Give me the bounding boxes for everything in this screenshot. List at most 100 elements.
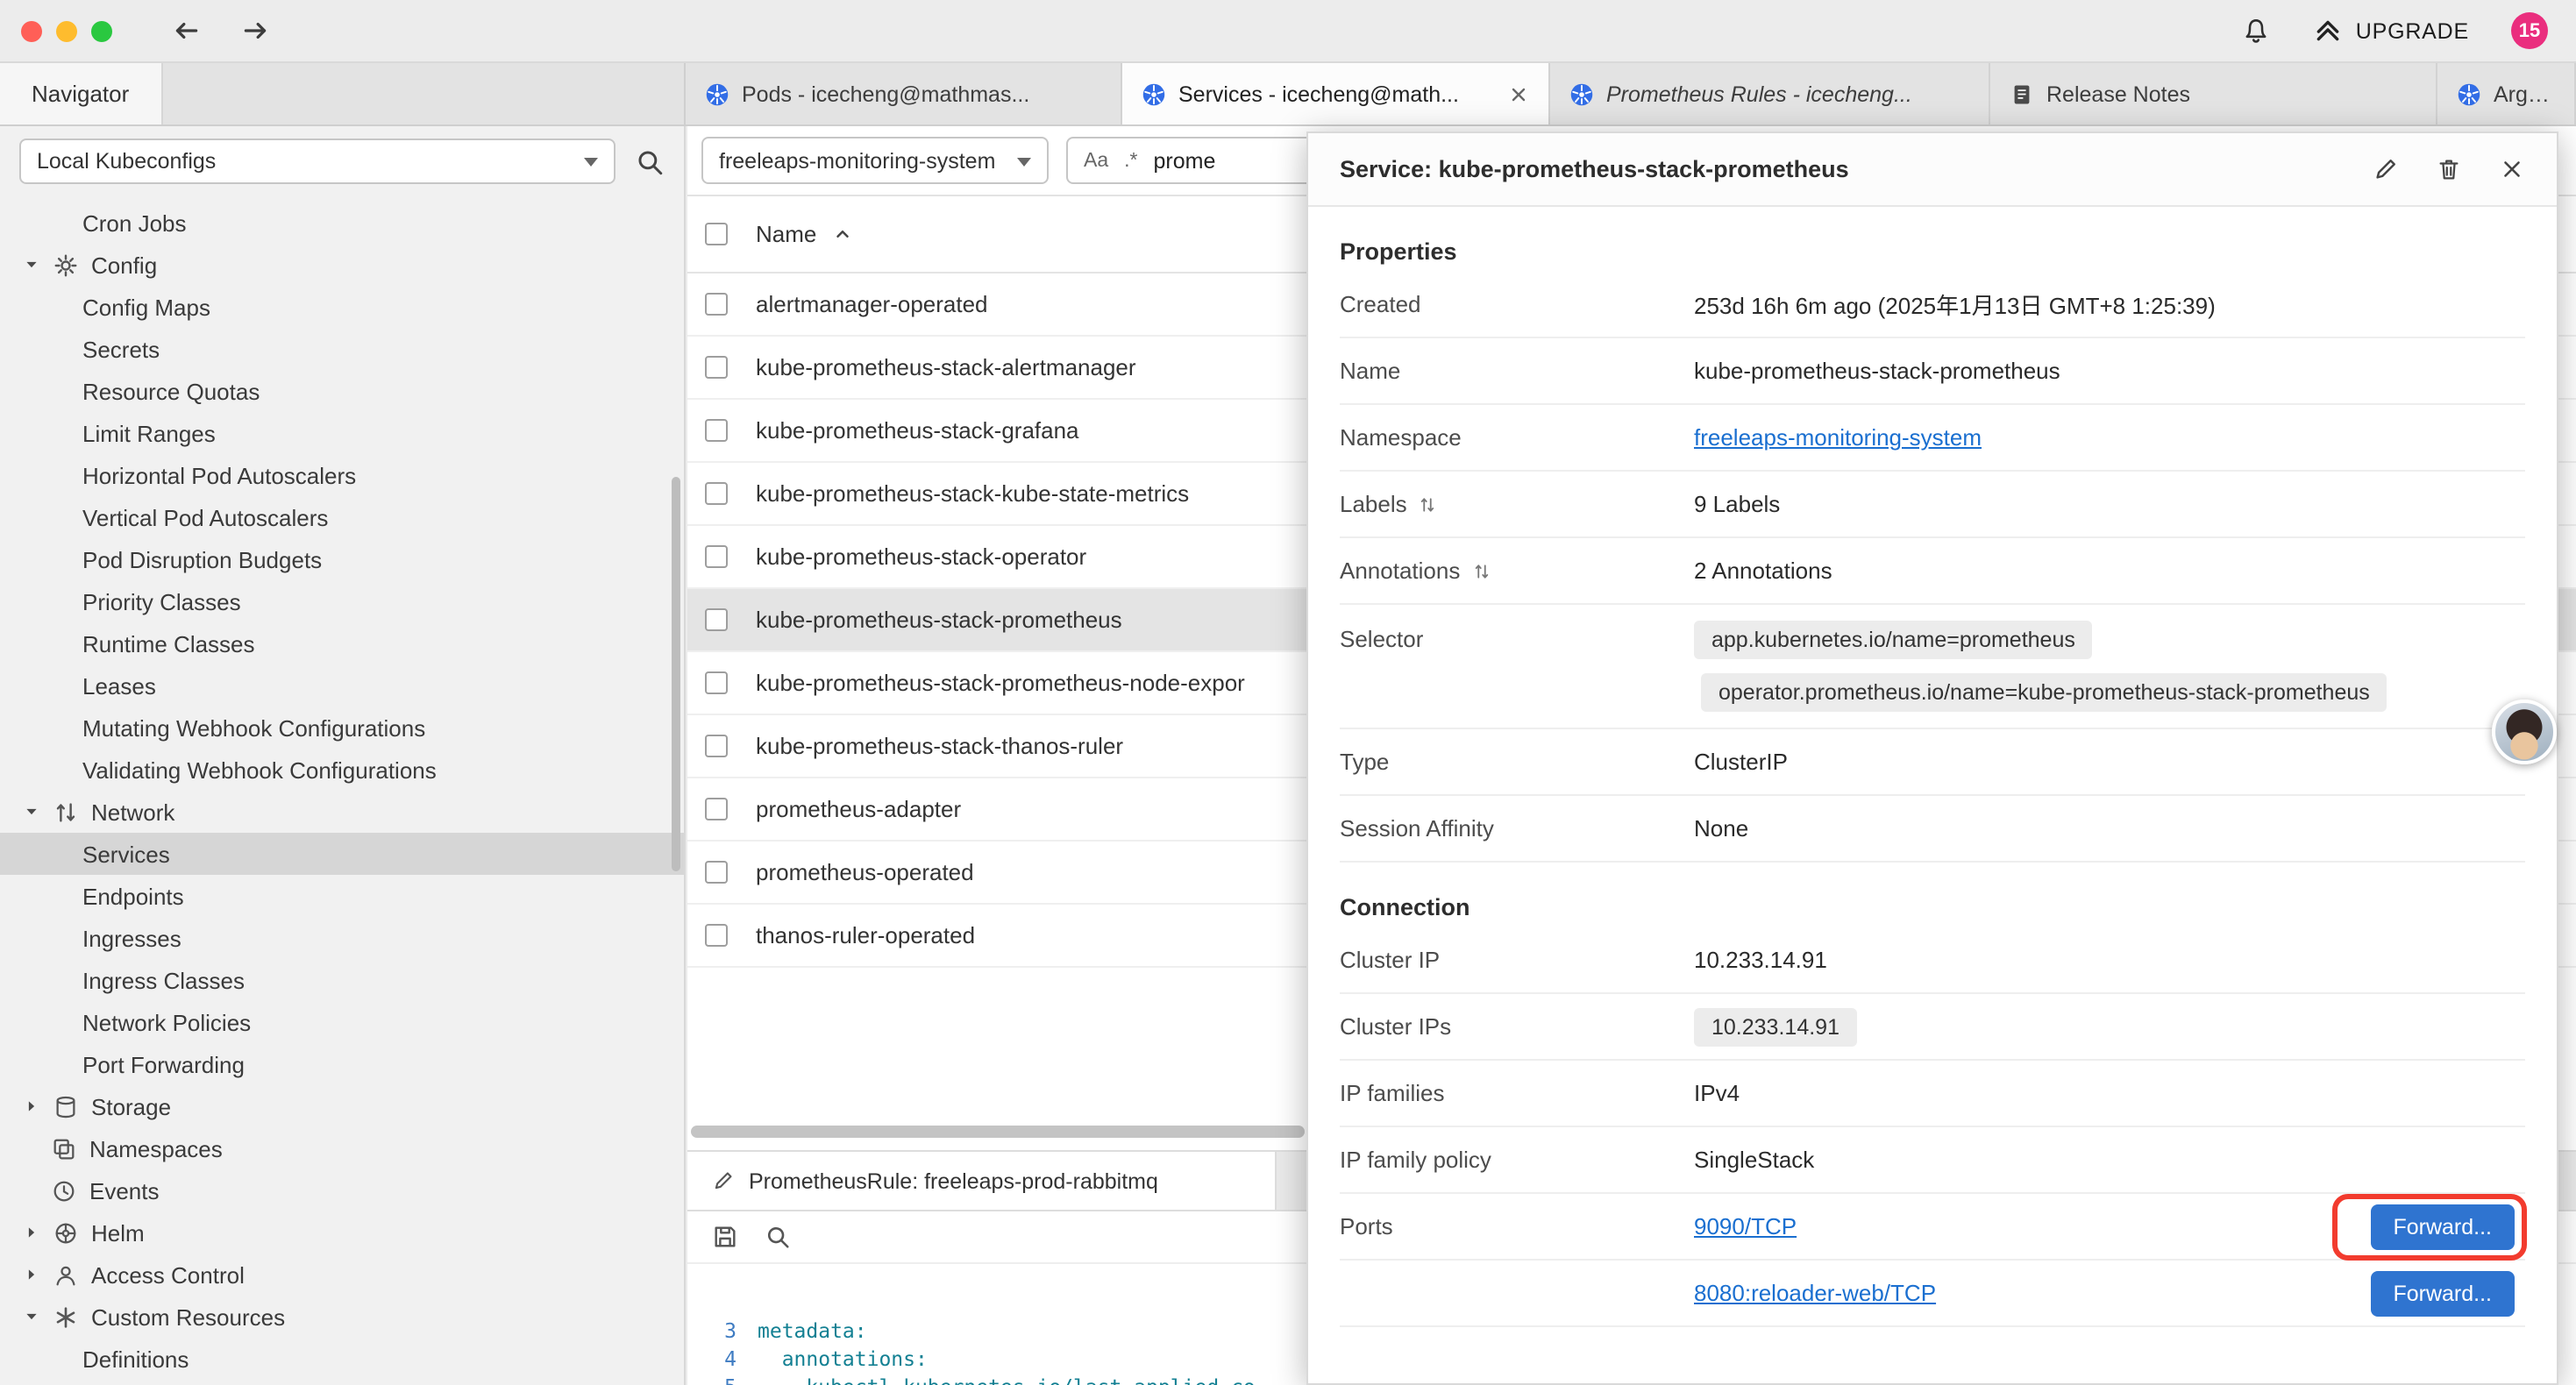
sidebar-item-namespaces[interactable]: Namespaces xyxy=(0,1127,684,1169)
avatar[interactable] xyxy=(2492,700,2557,764)
expand-right-icon[interactable] xyxy=(23,1224,40,1241)
forward-arrow-icon[interactable] xyxy=(240,16,270,46)
save-icon[interactable] xyxy=(712,1224,738,1250)
edit-pencil-icon[interactable] xyxy=(2373,156,2399,182)
detail-label: Type xyxy=(1340,749,1694,775)
row-checkbox[interactable] xyxy=(705,735,728,757)
sidebar-item-services[interactable]: Services xyxy=(0,833,684,875)
sidebar-item-vertical-pod-autoscalers[interactable]: Vertical Pod Autoscalers xyxy=(0,496,684,538)
custom-resource-icon xyxy=(53,1303,79,1330)
row-checkbox[interactable] xyxy=(705,798,728,820)
forward-button[interactable]: Forward... xyxy=(2370,1270,2515,1316)
sidebar-item-custom-resources[interactable]: Custom Resources xyxy=(0,1296,684,1338)
detail-label: Cluster IPs xyxy=(1340,1013,1694,1040)
sidebar-item-limit-ranges[interactable]: Limit Ranges xyxy=(0,412,684,454)
match-case-toggle[interactable]: Aa xyxy=(1084,150,1108,171)
expand-down-icon[interactable] xyxy=(23,256,40,273)
sidebar-item-port-forwarding[interactable]: Port Forwarding xyxy=(0,1043,684,1085)
namespace-link[interactable]: freeleaps-monitoring-system xyxy=(1694,424,1982,451)
expand-right-icon[interactable] xyxy=(23,1097,40,1115)
sidebar-item-config[interactable]: Config xyxy=(0,244,684,286)
trash-icon[interactable] xyxy=(2436,156,2462,182)
horizontal-scrollbar[interactable] xyxy=(691,1126,1305,1138)
upgrade-button[interactable]: UPGRADE xyxy=(2314,16,2469,46)
sidebar-item-definitions[interactable]: Definitions xyxy=(0,1338,684,1380)
sort-ascending-icon xyxy=(832,224,851,244)
sidebar-item-ingresses[interactable]: Ingresses xyxy=(0,917,684,959)
sidebar-item-label: Limit Ranges xyxy=(82,420,216,446)
expand-down-icon[interactable] xyxy=(23,803,40,820)
sidebar-item-priority-classes[interactable]: Priority Classes xyxy=(0,580,684,622)
detail-row-port-0: Ports9090/TCPForward... xyxy=(1340,1194,2525,1261)
sidebar-item-network[interactable]: Network xyxy=(0,791,684,833)
sidebar-item-cron-jobs[interactable]: Cron Jobs xyxy=(0,202,684,244)
navigator-tab[interactable]: Navigator xyxy=(0,63,162,124)
row-checkbox[interactable] xyxy=(705,608,728,631)
tab-pods-icecheng-mathmas[interactable]: Pods - icecheng@mathmas... xyxy=(686,63,1122,124)
search-icon[interactable] xyxy=(765,1224,791,1250)
row-checkbox[interactable] xyxy=(705,924,728,947)
sidebar-item-endpoints[interactable]: Endpoints xyxy=(0,875,684,917)
back-arrow-icon[interactable] xyxy=(172,16,202,46)
close-icon[interactable] xyxy=(2499,156,2525,182)
row-checkbox[interactable] xyxy=(705,671,728,694)
sidebar-item-events[interactable]: Events xyxy=(0,1169,684,1211)
row-checkbox[interactable] xyxy=(705,293,728,316)
row-checkbox[interactable] xyxy=(705,861,728,884)
close-icon[interactable] xyxy=(1508,83,1529,104)
tab-argo-s[interactable]: Argo S xyxy=(2437,63,2576,124)
helm-icon xyxy=(53,1219,79,1246)
bell-icon[interactable] xyxy=(2242,16,2272,46)
row-checkbox[interactable] xyxy=(705,482,728,505)
kubeconfig-select-value: Local Kubeconfigs xyxy=(37,149,216,174)
sidebar-item-pod-disruption-budgets[interactable]: Pod Disruption Budgets xyxy=(0,538,684,580)
sidebar-item-validating-webhook-configurati[interactable]: Validating Webhook Configurations xyxy=(0,749,684,791)
regex-toggle[interactable]: .* xyxy=(1124,150,1137,171)
close-window-button[interactable] xyxy=(21,20,42,41)
updown-icon[interactable] xyxy=(1470,560,1491,581)
row-checkbox[interactable] xyxy=(705,356,728,379)
name-header-label: Name xyxy=(756,221,816,247)
kubeconfig-select[interactable]: Local Kubeconfigs xyxy=(19,138,616,184)
select-all-checkbox[interactable] xyxy=(705,223,728,245)
sidebar-scrollbar[interactable] xyxy=(672,477,680,871)
updown-icon[interactable] xyxy=(1418,494,1439,515)
service-name: thanos-ruler-operated xyxy=(756,922,975,948)
sidebar-item-helm[interactable]: Helm xyxy=(0,1211,684,1254)
sidebar-item-leases[interactable]: Leases xyxy=(0,664,684,707)
zoom-window-button[interactable] xyxy=(91,20,112,41)
kubernetes-icon xyxy=(1569,82,1594,106)
sidebar-item-access-control[interactable]: Access Control xyxy=(0,1254,684,1296)
sidebar-item-resource-quotas[interactable]: Resource Quotas xyxy=(0,370,684,412)
sidebar-item-label: Port Forwarding xyxy=(82,1051,245,1077)
namespace-filter-select[interactable]: freeleaps-monitoring-system xyxy=(701,137,1049,184)
name-column-header[interactable]: Name xyxy=(756,221,851,247)
port-link[interactable]: 8080:reloader-web/TCP xyxy=(1694,1280,1936,1306)
minimize-window-button[interactable] xyxy=(56,20,77,41)
sidebar-item-storage[interactable]: Storage xyxy=(0,1085,684,1127)
sidebar-item-ingress-classes[interactable]: Ingress Classes xyxy=(0,959,684,1001)
expand-right-icon[interactable] xyxy=(23,1266,40,1283)
search-icon[interactable] xyxy=(635,146,665,176)
tab-prometheus-rules-icecheng[interactable]: Prometheus Rules - icecheng... xyxy=(1550,63,1990,124)
notification-count-badge[interactable]: 15 xyxy=(2511,12,2548,49)
dock-tab-prometheusrule[interactable]: PrometheusRule: freeleaps-prod-rabbitmq xyxy=(687,1152,1277,1210)
sidebar-item-runtime-classes[interactable]: Runtime Classes xyxy=(0,622,684,664)
service-name: alertmanager-operated xyxy=(756,291,988,317)
sidebar-item-network-policies[interactable]: Network Policies xyxy=(0,1001,684,1043)
kubernetes-icon xyxy=(705,82,729,106)
service-name: kube-prometheus-stack-grafana xyxy=(756,417,1079,444)
row-checkbox[interactable] xyxy=(705,419,728,442)
port-link[interactable]: 9090/TCP xyxy=(1694,1213,1797,1239)
detail-label: Labels xyxy=(1340,491,1694,517)
sidebar-item-horizontal-pod-autoscalers[interactable]: Horizontal Pod Autoscalers xyxy=(0,454,684,496)
forward-button[interactable]: Forward... xyxy=(2370,1204,2515,1249)
tab-release-notes[interactable]: Release Notes xyxy=(1990,63,2437,124)
sidebar-item-mutating-webhook-configuration[interactable]: Mutating Webhook Configurations xyxy=(0,707,684,749)
tab-services-icecheng-math[interactable]: Services - icecheng@math... xyxy=(1122,63,1550,124)
sidebar-item-config-maps[interactable]: Config Maps xyxy=(0,286,684,328)
sidebar-item-secrets[interactable]: Secrets xyxy=(0,328,684,370)
expand-down-icon[interactable] xyxy=(23,1308,40,1325)
dock-tab-label: PrometheusRule: freeleaps-prod-rabbitmq xyxy=(749,1168,1158,1193)
row-checkbox[interactable] xyxy=(705,545,728,568)
